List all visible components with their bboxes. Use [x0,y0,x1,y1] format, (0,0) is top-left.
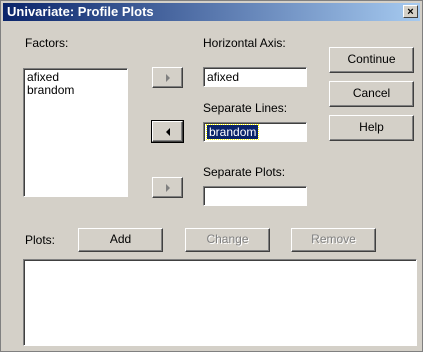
close-icon: × [407,6,414,18]
continue-button-label: Continue [347,52,396,66]
plots-listbox[interactable] [23,259,417,346]
change-button-label: Change [206,232,249,246]
help-button-label: Help [359,120,384,134]
cancel-button[interactable]: Cancel [329,81,414,107]
continue-button[interactable]: Continue [329,47,414,73]
right-arrow-icon [165,73,170,82]
left-arrow-icon [165,127,170,136]
horizontal-axis-field[interactable]: afixed [203,67,307,87]
factor-item-brandom[interactable]: brandom [24,84,127,97]
factors-label: Factors: [25,36,69,50]
factors-listbox[interactable]: afixed brandom [23,68,128,197]
cancel-button-label: Cancel [352,86,391,100]
remove-button-label: Remove [311,232,356,246]
move-to-separate-lines-button[interactable] [151,120,184,143]
window-title: Univariate: Profile Plots [7,4,154,19]
profile-plots-dialog: Univariate: Profile Plots × Factors: afi… [0,0,423,352]
plots-label: Plots: [25,233,56,247]
separate-lines-label: Separate Lines: [203,101,288,115]
separate-plots-label: Separate Plots: [203,165,286,179]
horizontal-axis-label: Horizontal Axis: [203,36,286,50]
move-to-horizontal-axis-button[interactable] [152,67,183,88]
horizontal-axis-value: afixed [207,70,240,84]
move-to-separate-plots-button[interactable] [152,177,183,198]
close-button[interactable]: × [403,5,418,18]
add-button[interactable]: Add [78,228,163,252]
change-button[interactable]: Change [185,228,270,252]
separate-lines-field[interactable]: brandom [203,122,307,142]
title-bar: Univariate: Profile Plots × [3,3,420,21]
separate-lines-value: brandom [205,124,260,140]
right-arrow-icon [165,183,170,192]
add-button-label: Add [109,232,132,246]
help-button[interactable]: Help [329,115,414,141]
remove-button[interactable]: Remove [291,228,376,252]
separate-plots-field[interactable] [203,186,307,206]
